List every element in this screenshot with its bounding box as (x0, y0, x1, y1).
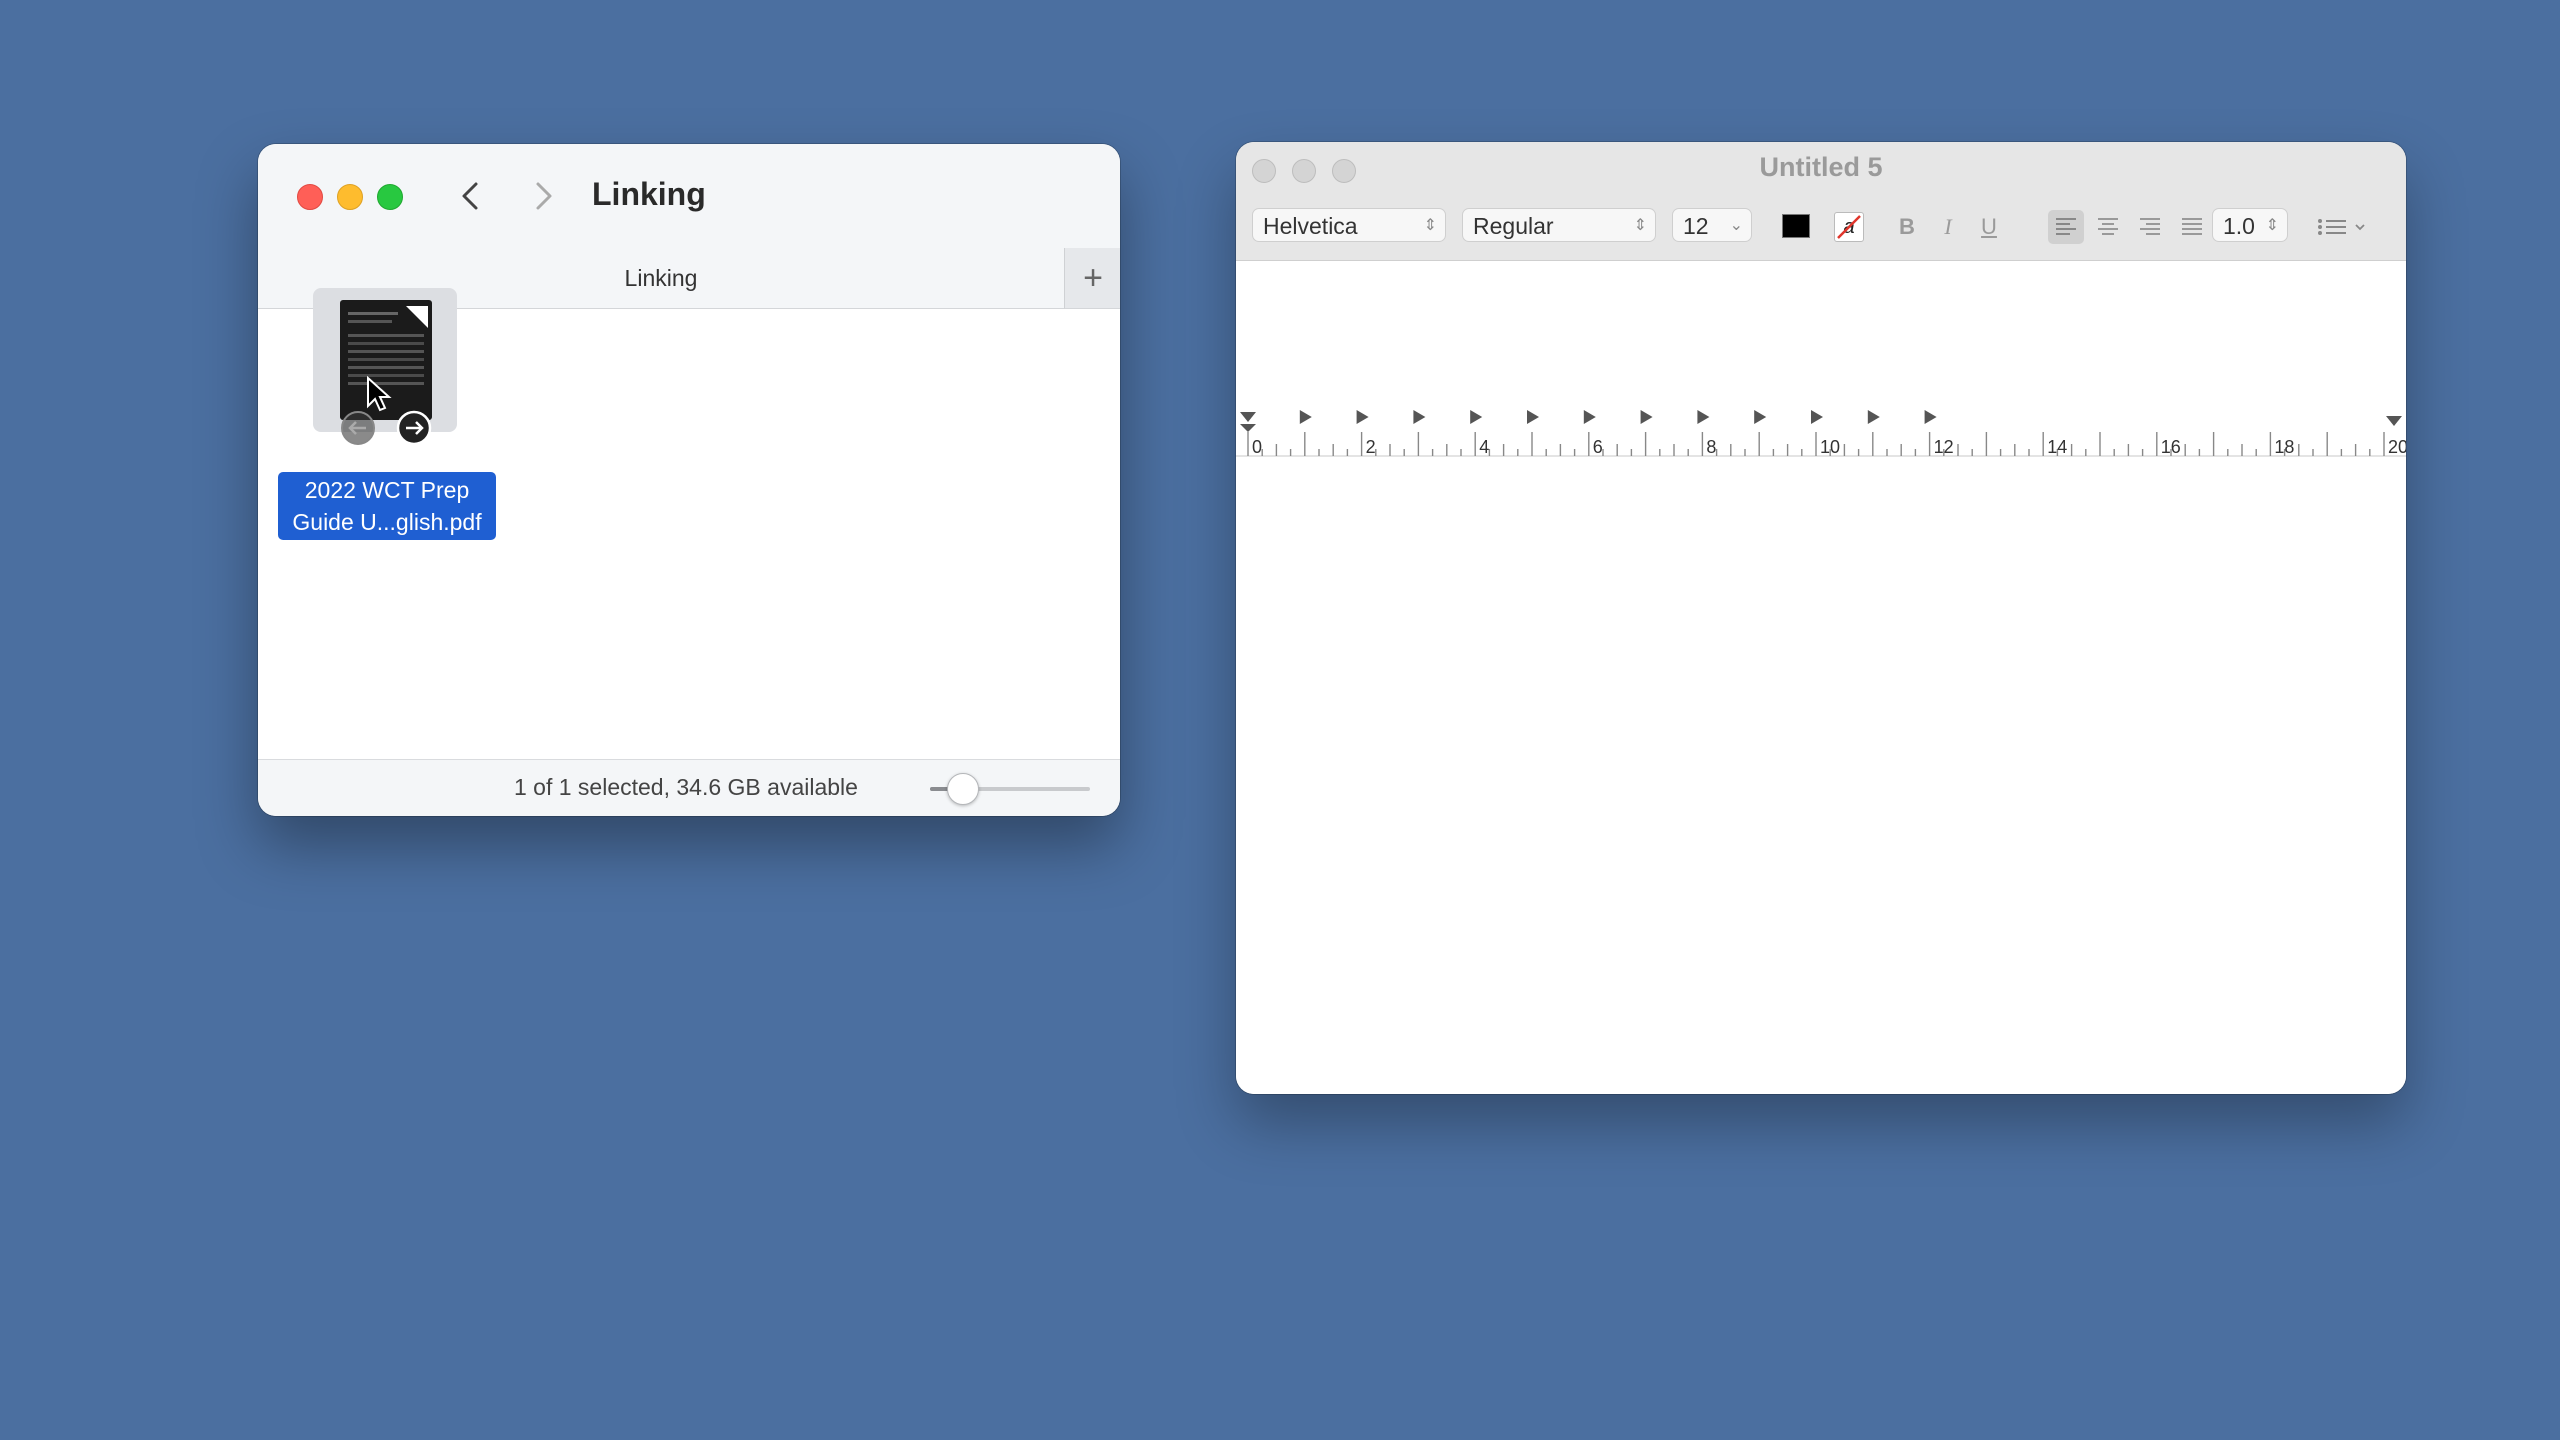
underline-button[interactable]: U (1973, 212, 2005, 242)
document-text-area[interactable] (1236, 460, 2406, 1094)
font-style-select[interactable]: Regular ⇕ (1462, 208, 1656, 242)
ruler[interactable]: 0 2 4 6 8 10 12 14 16 18 20 (1236, 254, 2406, 460)
minimize-button[interactable] (337, 184, 363, 210)
close-button[interactable] (297, 184, 323, 210)
finder-toolbar: Linking (258, 144, 1120, 248)
tab-stop-marker[interactable] (1924, 410, 1937, 424)
tab-stop-marker[interactable] (1413, 410, 1426, 424)
chevron-left-icon (462, 182, 478, 210)
tab-stop-marker[interactable] (1867, 410, 1880, 424)
line-spacing-select[interactable]: 1.0 ⇕ (2212, 208, 2288, 242)
status-text: 1 of 1 selected, 34.6 GB available (514, 774, 858, 800)
back-button[interactable] (450, 174, 494, 218)
file-name-line1: 2022 WCT Prep (304, 477, 470, 503)
updown-chevron-icon: ⇕ (1423, 217, 1437, 234)
preview-back-button[interactable] (340, 410, 376, 446)
ruler-label: 16 (2161, 437, 2181, 457)
list-style-button[interactable] (2314, 210, 2374, 244)
align-right-icon (2140, 218, 2160, 235)
ruler-label: 0 (1252, 437, 1262, 457)
ruler-label: 20 (2388, 437, 2406, 457)
chevron-down-icon: ⌄ (1729, 217, 1743, 234)
new-tab-button[interactable]: + (1064, 248, 1120, 309)
line-spacing-value: 1.0 (2223, 213, 2255, 239)
font-family-select[interactable]: Helvetica ⇕ (1252, 208, 1446, 242)
textedit-window: Untitled 5 Helvetica ⇕ Regular ⇕ 12 ⌄ a … (1236, 142, 2406, 1094)
window-title: Untitled 5 (1759, 152, 1883, 182)
icon-size-slider-knob[interactable] (947, 773, 979, 805)
text-color-well[interactable] (1782, 214, 1810, 238)
bold-button[interactable]: B (1891, 212, 1923, 242)
ruler-label: 14 (2047, 437, 2067, 457)
align-center-button[interactable] (2090, 210, 2126, 244)
ruler-label: 12 (1934, 437, 1954, 457)
file-name-line2: Guide U...glish.pdf (292, 509, 482, 535)
align-left-icon (2056, 218, 2076, 235)
tab-stop-marker[interactable] (1697, 410, 1710, 424)
tab-stop-marker[interactable] (1583, 410, 1596, 424)
ruler-label: 18 (2274, 437, 2294, 457)
forward-button[interactable] (520, 174, 564, 218)
zoom-button[interactable] (377, 184, 403, 210)
tab-stop-marker[interactable] (1754, 410, 1767, 424)
font-size-value: 12 (1683, 213, 1709, 239)
ruler-label: 10 (1820, 437, 1840, 457)
align-justify-icon (2182, 218, 2202, 235)
mouse-cursor-icon (367, 376, 392, 412)
italic-button[interactable]: I (1932, 212, 1964, 242)
textedit-toolbar: Untitled 5 Helvetica ⇕ Regular ⇕ 12 ⌄ a … (1236, 142, 2406, 261)
window-title: Linking (592, 176, 706, 212)
left-indent-marker[interactable] (1240, 424, 1256, 432)
updown-chevron-icon: ⇕ (1633, 217, 1647, 234)
align-right-button[interactable] (2132, 210, 2168, 244)
arrow-right-circle-icon (396, 410, 432, 446)
justify-button[interactable] (2174, 210, 2210, 244)
plus-icon: + (1083, 258, 1103, 297)
align-left-button[interactable] (2048, 210, 2084, 244)
tab-label: Linking (624, 264, 698, 291)
font-size-combo[interactable]: 12 ⌄ (1672, 208, 1752, 242)
font-family-value: Helvetica (1263, 213, 1358, 239)
right-indent-marker[interactable] (2386, 416, 2402, 426)
font-style-value: Regular (1473, 213, 1554, 239)
chevron-right-icon (536, 182, 552, 210)
tab-stop-marker[interactable] (1356, 410, 1369, 424)
preview-forward-button[interactable] (396, 410, 432, 446)
page-curl-icon (406, 306, 428, 328)
first-line-indent-marker[interactable] (1240, 412, 1256, 422)
tab-stop-marker[interactable] (1811, 410, 1823, 424)
ruler-label: 8 (1706, 437, 1716, 457)
tab-stop-marker[interactable] (1527, 410, 1539, 424)
tab-stop-marker[interactable] (1470, 410, 1483, 424)
align-center-icon (2098, 218, 2118, 235)
bulleted-list-icon (2318, 219, 2365, 235)
finder-window: Linking Linking + 2022 WCT Prep Guide U.… (258, 144, 1120, 816)
updown-chevron-icon: ⇕ (2265, 217, 2279, 234)
arrow-left-circle-icon (341, 411, 375, 445)
ruler-label: 6 (1593, 437, 1603, 457)
ruler-label: 2 (1366, 437, 1376, 457)
ruler-label: 4 (1479, 437, 1489, 457)
file-name-label[interactable]: 2022 WCT Prep Guide U...glish.pdf (278, 472, 496, 540)
no-color-slash-icon (1837, 215, 1861, 239)
tab-stop-marker[interactable] (1640, 410, 1653, 424)
tab-stop-marker[interactable] (1299, 410, 1312, 424)
